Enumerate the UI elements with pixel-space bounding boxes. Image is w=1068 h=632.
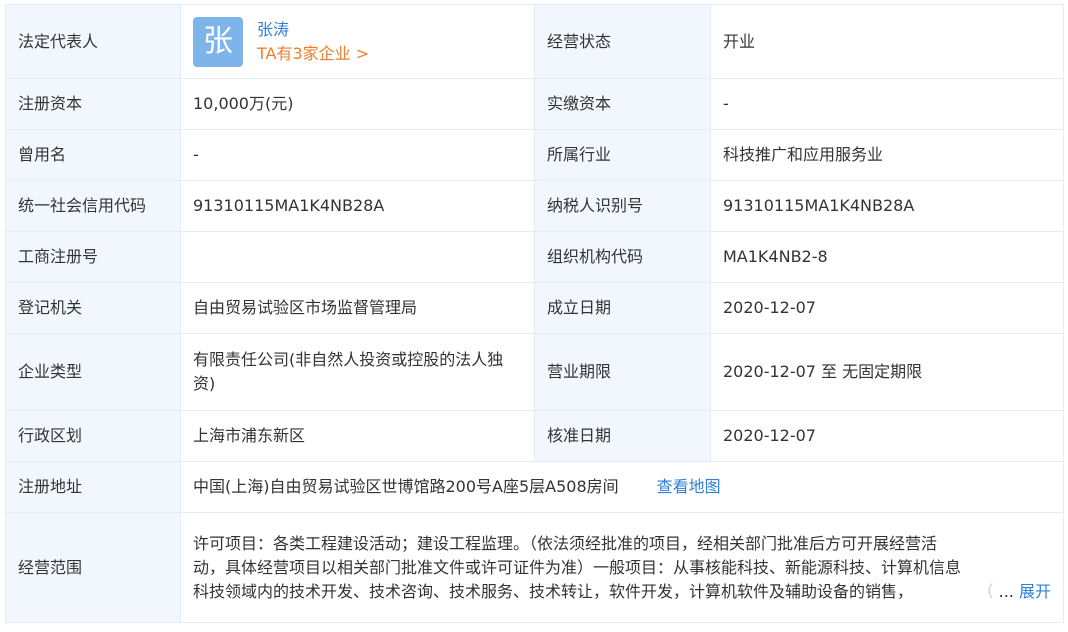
company-type-label: 企业类型	[5, 333, 181, 411]
address-label: 注册地址	[5, 461, 181, 513]
address-cell: 中国(上海)自由贸易试验区世博馆路200号A座5层A508房间 查看地图	[180, 461, 1064, 513]
business-reg-no-value	[180, 231, 535, 283]
scope-label: 经营范围	[5, 512, 181, 623]
expand-link[interactable]: 展开	[1019, 582, 1051, 601]
legal-rep-label: 法定代表人	[5, 4, 181, 79]
row-authority: 登记机关 自由贸易试验区市场监督管理局 成立日期 2020-12-07	[5, 282, 1064, 334]
credit-code-value: 91310115MA1K4NB28A	[180, 180, 535, 232]
reg-authority-label: 登记机关	[5, 282, 181, 334]
found-date-label: 成立日期	[534, 282, 711, 334]
row-legal-rep: 法定代表人 张 张涛 TA有3家企业 > 经营状态 开业	[5, 4, 1064, 79]
company-info-table: 法定代表人 张 张涛 TA有3家企业 > 经营状态 开业 注册资本 10,000…	[5, 4, 1064, 623]
approval-date-label: 核准日期	[534, 410, 711, 462]
row-capital: 注册资本 10,000万(元) 实缴资本 -	[5, 78, 1064, 130]
industry-label: 所属行业	[534, 129, 711, 181]
admin-region-value: 上海市浦东新区	[180, 410, 535, 462]
address-value: 中国(上海)自由贸易试验区世博馆路200号A座5层A508房间	[193, 477, 619, 496]
found-date-value: 2020-12-07	[710, 282, 1064, 334]
scope-ellipsis: ...	[998, 581, 1014, 601]
org-code-label: 组织机构代码	[534, 231, 711, 283]
row-reg-no: 工商注册号 组织机构代码 MA1K4NB2-8	[5, 231, 1064, 283]
business-term-label: 营业期限	[534, 333, 711, 411]
former-name-label: 曾用名	[5, 129, 181, 181]
row-credit-code: 统一社会信用代码 91310115MA1K4NB28A 纳税人识别号 91310…	[5, 180, 1064, 232]
row-region: 行政区划 上海市浦东新区 核准日期 2020-12-07	[5, 410, 1064, 462]
paid-capital-value: -	[710, 78, 1064, 130]
industry-value: 科技推广和应用服务业	[710, 129, 1064, 181]
org-code-value: MA1K4NB2-8	[710, 231, 1064, 283]
business-term-value: 2020-12-07 至 无固定期限	[710, 333, 1064, 411]
business-reg-no-label: 工商注册号	[5, 231, 181, 283]
scope-line-3-wrap: 科技领域内的技术开发、技术咨询、技术服务、技术转让，软件开发，计算机软件及辅助设…	[193, 579, 1051, 604]
admin-region-label: 行政区划	[5, 410, 181, 462]
rep-avatar[interactable]: 张	[193, 16, 243, 67]
former-name-value: -	[180, 129, 535, 181]
scope-line-2: 动，具体经营项目以相关部门批准文件或许可证件为准）一般项目：从事核能科技、新能源…	[193, 557, 962, 577]
scope-line-1: 许可项目：各类工程建设活动；建设工程监理。（依法须经批准的项目，经相关部门批准后…	[193, 533, 938, 553]
rep-companies-link[interactable]: TA有3家企业 >	[257, 42, 369, 66]
paid-capital-label: 实缴资本	[534, 78, 711, 130]
reg-authority-value: 自由贸易试验区市场监督管理局	[180, 282, 535, 334]
taxpayer-id-value: 91310115MA1K4NB28A	[710, 180, 1064, 232]
status-label: 经营状态	[534, 4, 711, 79]
scope-line-3: 科技领域内的技术开发、技术咨询、技术服务、技术转让，软件开发，计算机软件及辅助设…	[193, 581, 914, 601]
view-map-link[interactable]: 查看地图	[657, 477, 721, 496]
row-scope: 经营范围 许可项目：各类工程建设活动；建设工程监理。（依法须经批准的项目，经相关…	[5, 512, 1064, 623]
row-address: 注册地址 中国(上海)自由贸易试验区世博馆路200号A座5层A508房间 查看地图	[5, 461, 1064, 513]
scope-cell: 许可项目：各类工程建设活动；建设工程监理。（依法须经批准的项目，经相关部门批准后…	[180, 512, 1064, 623]
row-former-name: 曾用名 - 所属行业 科技推广和应用服务业	[5, 129, 1064, 181]
reg-capital-label: 注册资本	[5, 78, 181, 130]
legal-rep-cell: 张 张涛 TA有3家企业 >	[180, 4, 535, 79]
credit-code-label: 统一社会信用代码	[5, 180, 181, 232]
status-value: 开业	[710, 4, 1064, 79]
approval-date-value: 2020-12-07	[710, 410, 1064, 462]
scope-faint-char: （	[977, 581, 994, 601]
reg-capital-value: 10,000万(元)	[180, 78, 535, 130]
rep-name-link[interactable]: 张涛	[257, 18, 369, 42]
row-company-type: 企业类型 有限责任公司(非自然人投资或控股的法人独资) 营业期限 2020-12…	[5, 333, 1064, 411]
taxpayer-id-label: 纳税人识别号	[534, 180, 711, 232]
company-type-value: 有限责任公司(非自然人投资或控股的法人独资)	[180, 333, 535, 411]
scope-more: （ ... 展开	[973, 579, 1051, 604]
